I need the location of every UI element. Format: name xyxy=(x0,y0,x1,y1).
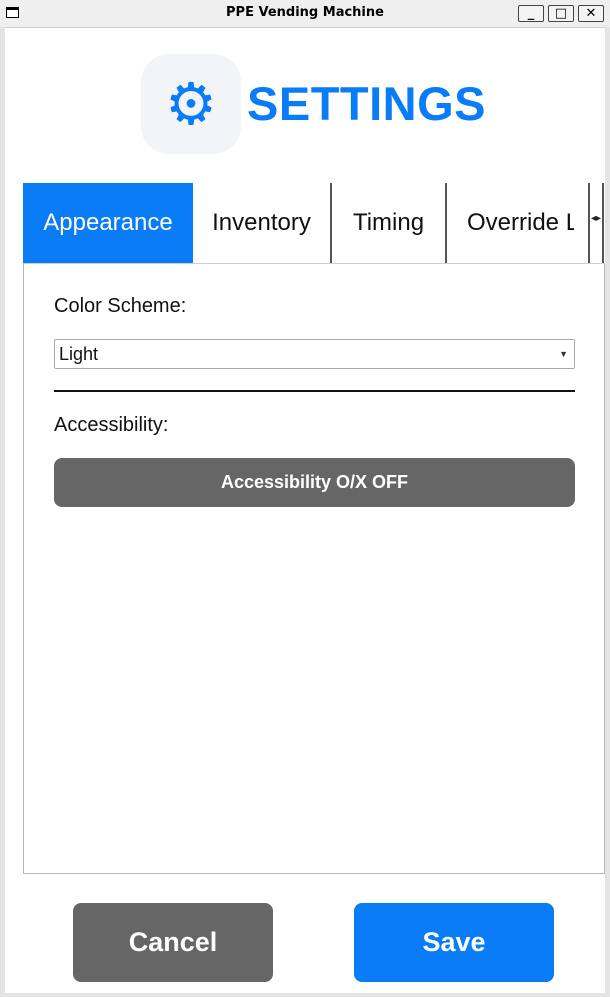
window-frame-right xyxy=(605,27,610,997)
window-frame-bottom xyxy=(0,993,610,997)
chevron-down-icon[interactable]: ▼ xyxy=(559,340,568,368)
tab-timing[interactable]: Timing xyxy=(332,183,447,263)
appearance-panel: Color Scheme: Light ▼ Accessibility: Acc… xyxy=(23,263,605,874)
color-scheme-label: Color Scheme: xyxy=(54,295,187,317)
minimize-button[interactable]: _ xyxy=(518,5,544,22)
tab-appearance[interactable]: Appearance xyxy=(23,183,193,263)
maximize-button[interactable]: □ xyxy=(548,5,574,22)
gear-icon: ⚙ xyxy=(165,70,217,138)
section-divider xyxy=(54,390,575,392)
settings-icon-badge: ⚙ xyxy=(141,54,241,154)
save-button[interactable]: Save xyxy=(354,903,554,982)
color-scheme-value: Light xyxy=(59,344,99,364)
window-frame-left xyxy=(0,27,5,997)
tab-scroll-arrows[interactable]: ◂ ▸ xyxy=(588,183,604,263)
color-scheme-select[interactable]: Light ▼ xyxy=(54,339,575,369)
settings-tabs: Appearance Inventory Timing Override L ◂… xyxy=(23,183,605,263)
tab-scroll-right-icon[interactable]: ▸ xyxy=(596,213,601,224)
tab-inventory[interactable]: Inventory xyxy=(193,183,332,263)
accessibility-toggle-button[interactable]: Accessibility O/X OFF xyxy=(54,458,575,507)
close-button[interactable]: ✕ xyxy=(578,5,604,22)
window-titlebar[interactable]: PPE Vending Machine _ □ ✕ xyxy=(0,0,610,28)
page-title: SETTINGS xyxy=(247,77,487,130)
cancel-button[interactable]: Cancel xyxy=(73,903,273,982)
tab-override[interactable]: Override L xyxy=(447,183,574,263)
accessibility-label: Accessibility: xyxy=(54,414,169,436)
